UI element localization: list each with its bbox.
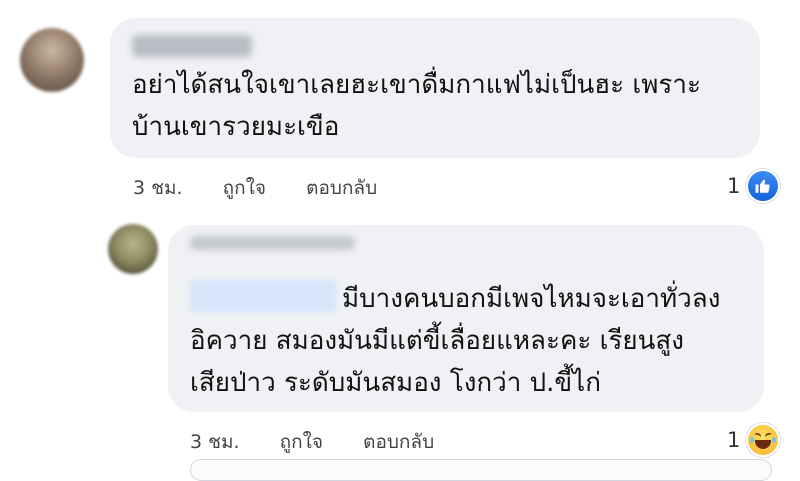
reaction-summary[interactable]: 1	[727, 423, 781, 457]
reply-button[interactable]: ตอบกลับ	[363, 431, 434, 453]
reaction-count: 1	[727, 174, 741, 198]
reply-text-line: อิควาย สมองมันมีแต่ขี้เลื่อยแหละคะ เรียน…	[190, 326, 684, 356]
commenter-name-redacted[interactable]	[132, 35, 252, 57]
comment-text-line: อย่าได้สนใจเขาเลยฮะเขาดื่มกาแฟไม่เป็นฮะ …	[132, 70, 701, 100]
reply-commenter-avatar[interactable]	[108, 224, 158, 274]
comment-timestamp[interactable]: 3 ชม.	[133, 177, 183, 199]
commenter-avatar[interactable]	[20, 28, 84, 92]
like-icon	[746, 169, 781, 203]
mention-tag-redacted[interactable]	[190, 279, 336, 312]
reply-input-box[interactable]	[190, 459, 772, 481]
comment-text: อย่าได้สนใจเขาเลยฮะเขาดื่มกาแฟไม่เป็นฮะ …	[132, 64, 701, 148]
comment-actions: 3 ชม. ถูกใจ ตอบกลับ	[133, 173, 411, 203]
reply-text-line-content: มีบางคนบอกมีเพจไหมจะเอาทั่วลง	[342, 284, 721, 314]
reply-text-line: มีบางคนบอกมีเพจไหมจะเอาทั่วลง	[190, 278, 720, 320]
reply-commenter-name-redacted[interactable]	[190, 236, 355, 250]
comment-text-line: บ้านเขารวยมะเขือ	[132, 112, 340, 142]
like-button[interactable]: ถูกใจ	[280, 431, 323, 453]
reply-button[interactable]: ตอบกลับ	[306, 177, 377, 199]
reply-text-line: เสียป่าว ระดับมันสมอง โงกว่า ป.ขี้ไก่	[190, 368, 601, 398]
reply-actions: 3 ชม. ถูกใจ ตอบกลับ	[190, 427, 468, 457]
reaction-count: 1	[727, 428, 741, 452]
comment-bubble: อย่าได้สนใจเขาเลยฮะเขาดื่มกาแฟไม่เป็นฮะ …	[110, 18, 760, 158]
haha-icon	[746, 423, 781, 457]
reaction-summary[interactable]: 1	[727, 169, 781, 203]
reply-text: มีบางคนบอกมีเพจไหมจะเอาทั่วลง อิควาย สมอ…	[190, 278, 720, 404]
reply-bubble: มีบางคนบอกมีเพจไหมจะเอาทั่วลง อิควาย สมอ…	[168, 225, 764, 412]
reply-timestamp[interactable]: 3 ชม.	[190, 431, 240, 453]
like-button[interactable]: ถูกใจ	[223, 177, 266, 199]
